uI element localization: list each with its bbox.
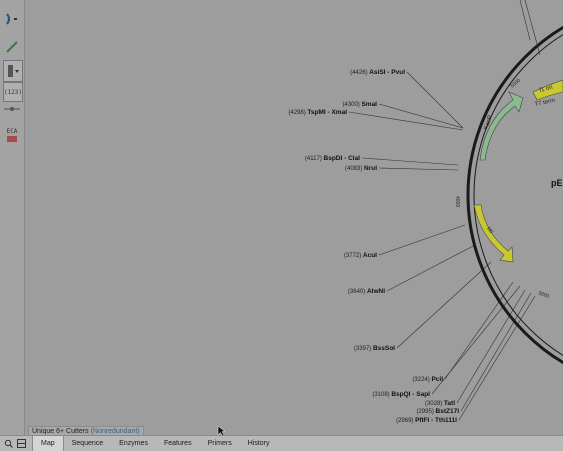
- tab-primers[interactable]: Primers: [200, 436, 240, 451]
- dna-tool-button[interactable]: [3, 100, 21, 118]
- restriction-site-label[interactable]: (2969) PflFI - Tth111I: [396, 417, 457, 424]
- restriction-site-leader-line: [386, 244, 476, 292]
- features-tool-button[interactable]: ECA: [3, 126, 21, 144]
- restriction-site-label[interactable]: (3772) AcuI: [344, 252, 377, 259]
- restriction-site-leader-line: [444, 281, 514, 380]
- restriction-site-label[interactable]: (4117) BspDI - ClaI: [305, 155, 360, 162]
- restriction-site-leader-line: [456, 289, 526, 404]
- bracket-dropdown-button[interactable]: [3, 10, 21, 28]
- tick-4000: 4000: [454, 196, 460, 207]
- feature-arrow-icon: [7, 135, 17, 142]
- pencil-icon: [6, 41, 18, 53]
- tab-history[interactable]: History: [240, 436, 278, 451]
- restriction-site-label[interactable]: (3028) TatI: [425, 400, 455, 407]
- restriction-site-leader-line: [378, 224, 466, 256]
- restriction-site-leader-line: [396, 261, 492, 349]
- pencil-tool-button[interactable]: [3, 38, 21, 56]
- restriction-site-label[interactable]: (4426) AsiSI - PvuI: [350, 69, 405, 76]
- restriction-site-leader-line: [460, 292, 532, 412]
- feature-label: ECA: [6, 127, 18, 135]
- restriction-site-label[interactable]: (4083) NruI: [345, 165, 377, 172]
- restriction-site-leader-line: [361, 157, 459, 166]
- bracket-icon: [6, 13, 17, 25]
- left-toolbar: (123) ECA: [0, 0, 25, 435]
- restriction-site-label[interactable]: (3640) AlwNI: [348, 288, 385, 295]
- restriction-site-label[interactable]: (2995) BstZ17I: [417, 408, 460, 415]
- tab-map[interactable]: Map: [32, 436, 64, 451]
- restriction-site-label[interactable]: (4300) SmaI: [342, 101, 377, 108]
- dropdown-icon: [8, 65, 19, 77]
- view-tab-bar: Map Sequence Enzymes Features Primers History: [0, 435, 563, 451]
- restriction-site-label[interactable]: (3108) BspQI - SapI: [372, 391, 430, 398]
- restriction-site-leader-line: [378, 167, 459, 171]
- restriction-site-label[interactable]: (3397) BssSoI: [354, 345, 395, 352]
- tab-sequence[interactable]: Sequence: [64, 436, 112, 451]
- legend-qualifier: (Nonredundant): [90, 428, 140, 435]
- search-icon[interactable]: [3, 439, 13, 449]
- feature-ori[interactable]: [473, 204, 514, 263]
- restriction-site-leader-line: [406, 71, 464, 129]
- count-badge: (123): [3, 88, 23, 96]
- restriction-site-label[interactable]: (3224) PciI: [412, 376, 443, 383]
- panel-layout-icon[interactable]: [16, 439, 26, 449]
- view-mode-dropdown[interactable]: [3, 60, 23, 82]
- plasmid-map-canvas[interactable]: KanR ori f1 ori T7 term 5000 4000 3000 p…: [25, 0, 563, 435]
- tab-features[interactable]: Features: [156, 436, 200, 451]
- enzyme-count-button[interactable]: (123): [3, 82, 23, 102]
- plasmid-map: KanR ori f1 ori T7 term 5000 4000 3000 p…: [288, 0, 563, 424]
- tick-3000: 3000: [537, 290, 550, 300]
- restriction-site-leader-line: [348, 111, 464, 131]
- plasmid-backbone: [466, 25, 563, 365]
- restriction-site-label[interactable]: (4298) TspMI - XmaI: [288, 109, 347, 116]
- plasmid-title: pE: [551, 178, 563, 188]
- legend-label: Unique 6+ Cutters: [32, 428, 89, 435]
- tick-5000: 5000: [509, 78, 522, 90]
- restriction-site-leader-line: [378, 103, 464, 129]
- dna-icon: [4, 107, 20, 111]
- tab-enzymes[interactable]: Enzymes: [111, 436, 156, 451]
